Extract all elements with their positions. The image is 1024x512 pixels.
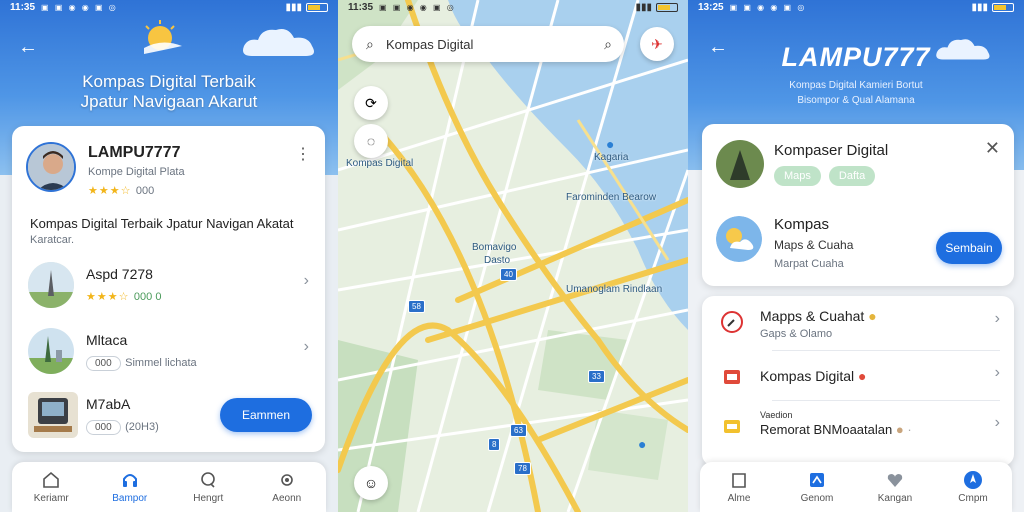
layers-icon[interactable]: ⟳ [354,86,388,120]
folder-icon [720,414,744,438]
star-rating-icon: ★★★☆ [88,185,132,197]
map-screen: 11:35 ▣ ▣ ◉ ◉ ▣ ◎ ▮▮▮ ⌕ Kompas Digital ⌕… [338,0,688,512]
battery-icon [992,2,1014,12]
app-thumbnail [716,140,764,188]
gear-icon [280,474,293,486]
item-meta: Marpat Cuaha [774,258,844,270]
chat-icon [201,472,216,488]
compass-icon [720,310,744,334]
route-shield: 33 [588,370,605,383]
description-sub: Karatcar. [30,234,75,246]
map-label: Bomavigo [472,242,517,253]
details-screen: ← LAMPU777 Kompas Digital Kamieri Bortut… [688,0,1024,512]
bottom-navigation: Keriamr Bampor Hengrt Aeonn [12,462,326,512]
avatar[interactable] [26,142,76,192]
description: Kompas Digital Terbaik Jpatur Navigan Ak… [30,216,294,231]
route-shield: 63 [510,424,527,437]
nav-hengrt[interactable]: Hengrt [169,462,248,512]
route-shield: 8 [488,438,501,451]
profile-rating: ★★★☆ 000 [88,185,155,197]
heart-icon [887,474,903,487]
route-shield: 78 [514,462,531,475]
settings-list: Mapps & Cuahat ● Gaps & Olamo › Kompas D… [702,296,1014,466]
bottom-navigation: Alme Genom Kangan Cmpm [700,462,1012,512]
back-arrow-icon[interactable]: ← [18,36,38,59]
list-item[interactable]: Mltaca 000 Simmel lichata › [12,324,325,380]
status-bar: 11:35 ▣ ▣ ◉ ◉ ▣ ◎ ▮▮▮ [338,0,688,14]
chevron-right-icon: › [303,272,309,289]
search-submit-icon[interactable]: ⌕ [604,36,612,53]
map-label: Umanoglam Rindlaan [566,284,663,295]
weather-icon [716,216,762,262]
profile-name: LAMPU7777 [88,144,181,161]
hero-title: Kompas Digital Terbaik Jpatur Navigaan A… [80,72,258,111]
list-item[interactable]: Vaedion Remorat BNMoaatalan ● · › [702,402,1014,450]
map-label: Kagaria [594,152,629,163]
search-icon: ⌕ [366,35,374,52]
tag-chip: 000 [86,356,121,371]
tag-chip[interactable]: Maps [774,166,821,186]
battery-icon [306,2,328,12]
item-title: Kompas [774,216,830,233]
route-shield: 58 [408,300,425,313]
map-pin-icon[interactable]: ● [606,136,614,152]
primary-action-button[interactable]: Eammen [220,398,312,432]
close-icon[interactable]: ✕ [985,138,1000,159]
card-title: Kompaser Digital [774,142,889,159]
recenter-icon[interactable]: ☺ [354,466,388,500]
status-bar: 13:25 ▣ ▣ ◉ ◉ ▣ ◎ ▮▮▮ [688,0,1024,14]
map-label: Farominden Bearow [566,192,657,203]
status-bar: 11:35 ▣ ▣ ◉ ◉ ▣ ◎ ▮▮▮ [0,0,338,14]
home-icon [43,471,60,488]
compass-icon[interactable]: ✈ [640,27,674,61]
list-item[interactable]: M7abA 000 (20H3) Eammen [12,388,325,444]
map-pin-icon[interactable]: ● [638,436,646,452]
tag-chip[interactable]: Dafta [828,166,876,186]
list-item[interactable]: Kompas Digital ● › [702,352,1014,400]
list-item[interactable]: Aspd 7278 ★★★☆ 000 0 › [12,258,325,314]
more-options-icon[interactable]: ⋮ [295,144,311,164]
nav-home[interactable]: Keriamr [12,462,91,512]
cloud-icon [243,29,314,56]
nav-home[interactable]: Alme [700,462,778,512]
primary-action-button[interactable]: Sembain [936,232,1002,264]
item-subtitle: Maps & Cuaha [774,238,854,252]
tag-chip: 000 [86,420,121,435]
tower-thumbnail [28,328,74,374]
chevron-right-icon: › [994,364,1000,381]
navigation-icon [964,471,982,489]
headset-icon [122,474,137,487]
list-item[interactable]: Mapps & Cuahat ● Gaps & Olamo › [702,298,1014,346]
tagline: Kompas Digital Kamieri Bortut [789,80,923,91]
home-icon [732,473,746,488]
tagline: Bisompor & Qual Alamana [797,95,915,106]
map-label: Kompas Digital [346,158,414,169]
brand-logo: LAMPU777 [781,42,931,72]
map-label: Dasto [484,255,511,266]
nav-kangan[interactable]: Kangan [856,462,934,512]
chevron-right-icon: › [303,338,309,355]
map-search-bar[interactable]: ⌕ Kompas Digital ⌕ [352,26,624,62]
chevron-right-icon: › [994,414,1000,431]
profile-screen: ← Kompas Digital Terbaik Jpatur Navigaan… [0,0,338,512]
profile-card: LAMPU7777 Kompe Digital Plata ★★★☆ 000 ⋮… [12,126,325,452]
profile-subtitle: Kompe Digital Plata [88,166,185,178]
location-icon[interactable]: ◌ [354,124,388,158]
nav-genom[interactable]: Genom [778,462,856,512]
nav-bampor[interactable]: Bampor [91,462,170,512]
nav-cmpm[interactable]: Cmpm [934,462,1012,512]
weather-sun-icon [144,20,182,54]
chevron-right-icon: › [994,310,1000,327]
monument-thumbnail [28,262,74,308]
app-card: Kompaser Digital Maps Dafta ✕ Kompas Map… [702,124,1014,286]
nav-aeonn[interactable]: Aeonn [248,462,327,512]
search-input[interactable]: Kompas Digital [386,37,604,52]
battery-icon [656,2,678,12]
device-thumbnail [28,392,78,438]
route-shield: 40 [500,268,517,281]
calendar-icon [720,364,744,388]
map-icon [810,473,824,487]
